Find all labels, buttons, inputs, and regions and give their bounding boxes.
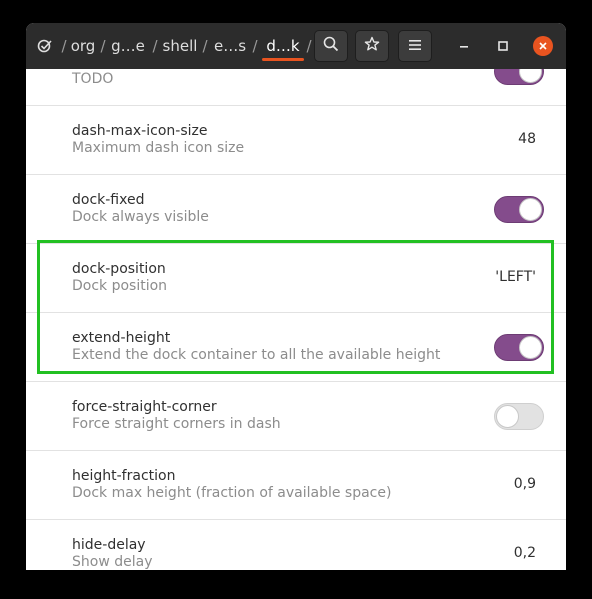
active-crumb-indicator (262, 58, 304, 61)
path-separator: / (100, 37, 106, 55)
key-name: force-straight-corner (72, 399, 217, 415)
key-description: Dock always visible (72, 209, 209, 225)
maximize-icon (497, 37, 509, 56)
hamburger-menu-icon (408, 37, 422, 56)
key-row-hide-delay[interactable]: hide-delay Show delay 0,2 (26, 520, 566, 570)
key-name: dock-fixed (72, 192, 145, 208)
key-name: hide-delay (72, 537, 146, 553)
key-toggle[interactable] (494, 196, 544, 223)
bookmark-button[interactable] (355, 30, 389, 62)
close-button[interactable] (532, 35, 554, 57)
maximize-button[interactable] (492, 35, 514, 57)
key-value: 0,9 (513, 476, 536, 492)
path-separator: / (252, 37, 258, 55)
search-icon (323, 36, 339, 56)
header-bar: / org / g…e / shell / e…s / d…k / (26, 23, 566, 69)
key-row-dash-max-icon-size[interactable]: dash-max-icon-size Maximum dash icon siz… (26, 106, 566, 175)
key-description: Maximum dash icon size (72, 140, 245, 156)
path-crumb-dock-active[interactable]: d…k (262, 23, 304, 69)
path-crumb-shell[interactable]: shell (162, 23, 198, 69)
minimize-icon (458, 37, 470, 56)
toggle-knob (519, 198, 542, 221)
key-row-force-straight-corner[interactable]: force-straight-corner Force straight cor… (26, 382, 566, 451)
path-separator: / (306, 37, 312, 55)
key-description: Dock max height (fraction of available s… (72, 485, 392, 501)
key-description: Force straight corners in dash (72, 416, 281, 432)
key-description: Show delay (72, 554, 153, 570)
key-toggle[interactable] (494, 403, 544, 430)
toggle-knob (496, 405, 519, 428)
minimize-button[interactable] (453, 35, 475, 57)
key-row-height-fraction[interactable]: height-fraction Dock max height (fractio… (26, 451, 566, 520)
path-crumb-gnome[interactable]: g…e (110, 23, 146, 69)
key-value: 0,2 (513, 545, 536, 561)
path-separator: / (152, 37, 158, 55)
highlight-box (37, 240, 554, 374)
toggle-knob (519, 69, 542, 83)
key-description: TODO (72, 71, 114, 87)
path-crumb-extensions[interactable]: e…s (212, 23, 248, 69)
dconf-check-icon (36, 23, 54, 69)
path-separator: / (202, 37, 208, 55)
key-row-dock-fixed[interactable]: dock-fixed Dock always visible (26, 175, 566, 244)
close-icon (533, 36, 553, 56)
key-name: height-fraction (72, 468, 176, 484)
path-crumb-org[interactable]: org (69, 23, 97, 69)
key-row[interactable]: TODO (26, 69, 566, 106)
path-separator: / (61, 37, 67, 55)
key-toggle[interactable] (494, 69, 544, 85)
main-menu-button[interactable] (398, 30, 432, 62)
key-name: dash-max-icon-size (72, 123, 208, 139)
star-icon (364, 36, 380, 56)
search-button[interactable] (314, 30, 348, 62)
key-value: 48 (518, 131, 536, 147)
